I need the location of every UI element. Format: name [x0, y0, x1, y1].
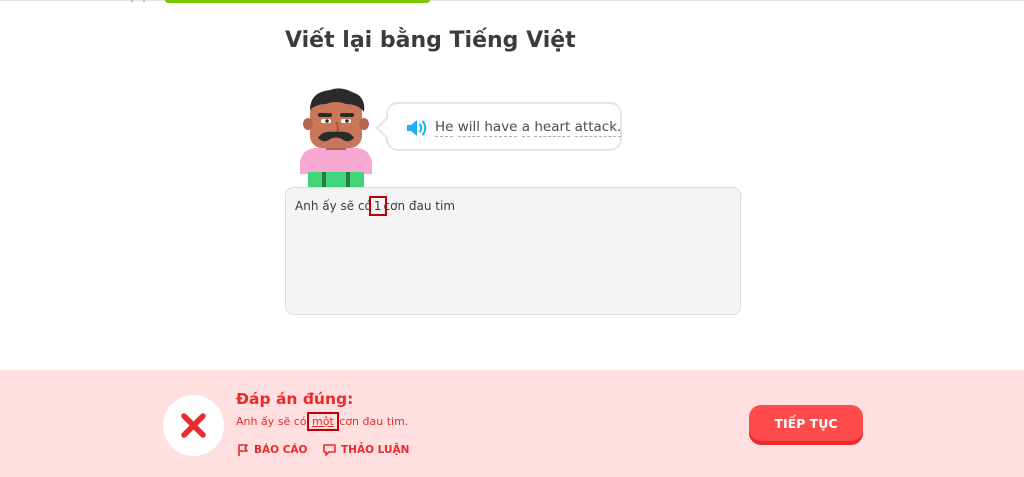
prompt-word[interactable]: have [484, 119, 518, 137]
prompt-word[interactable]: a [521, 119, 531, 137]
comment-icon [323, 444, 336, 456]
answer-text-part: Anh ấy sẽ có [295, 199, 372, 213]
top-divider [0, 0, 1024, 1]
progress-marker [143, 0, 145, 2]
discuss-label: THẢO LUẬN [341, 444, 410, 456]
answer-textarea[interactable]: Anh ấy sẽ có 1 cơn đau tim [285, 187, 741, 315]
prompt-word[interactable]: will [457, 119, 481, 137]
report-button[interactable]: BÁO CÁO [236, 443, 307, 457]
flag-icon [238, 444, 248, 456]
report-label: BÁO CÁO [254, 444, 308, 456]
correct-answer-part: Anh ấy sẽ có [236, 415, 307, 428]
exercise-title: Viết lại bằng Tiếng Việt [285, 28, 576, 53]
incorrect-badge [163, 395, 224, 456]
prompt-speech-bubble: He will have a heart attack. [375, 102, 622, 151]
x-mark-icon [181, 413, 206, 438]
correct-answer-highlight: một [307, 412, 339, 431]
feedback-footer: Đáp án đúng: Anh ấy sẽ có một cơn đau ti… [0, 370, 1024, 477]
lesson-progress-bar [165, 0, 430, 3]
continue-button[interactable]: TIẾP TỤC [749, 405, 863, 441]
answer-text-part: cơn đau tim [383, 199, 456, 213]
prompt-sentence: He will have a heart attack. [435, 119, 622, 137]
answer-text: Anh ấy sẽ có 1 cơn đau tim [295, 196, 456, 216]
feedback-title: Đáp án đúng: [236, 390, 354, 408]
answer-highlight: 1 [368, 196, 387, 216]
correct-answer-text: Anh ấy sẽ có một cơn đau tim. [236, 412, 409, 431]
progress-marker [131, 0, 133, 2]
prompt-word[interactable]: heart [534, 119, 571, 137]
speech-bubble-tail [375, 116, 399, 140]
correct-answer-part: cơn đau tim. [339, 415, 409, 428]
speaker-icon[interactable] [405, 118, 429, 138]
prompt-word[interactable]: He [435, 119, 454, 137]
prompt-word[interactable]: attack. [574, 119, 622, 137]
character-illustration [296, 86, 376, 188]
discuss-button[interactable]: THẢO LUẬN [322, 443, 409, 457]
